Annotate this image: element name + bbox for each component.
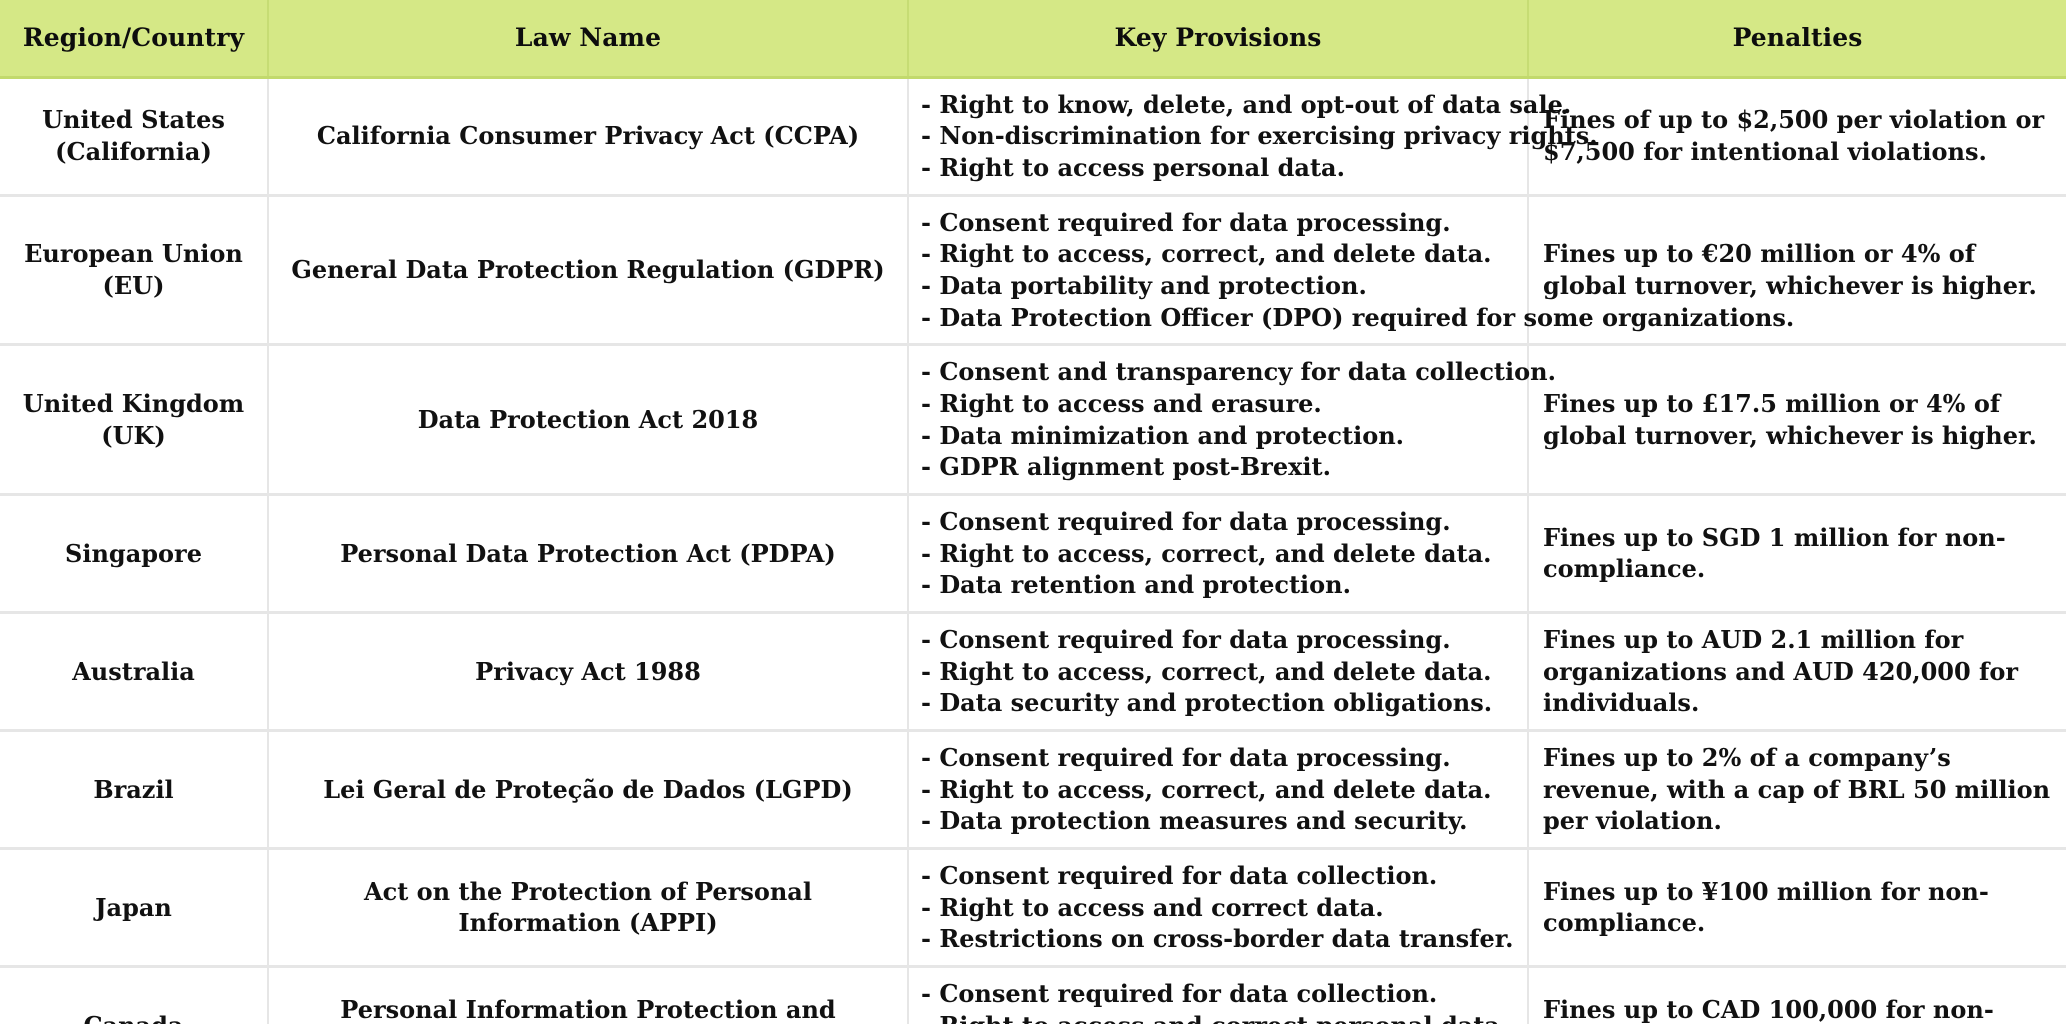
provision-line: - Restrictions on cross-border data tran… <box>921 924 1514 954</box>
cell-region-country: Australia <box>0 612 269 732</box>
provision-line: - Consent required for data processing. <box>921 506 1451 536</box>
provision-line: - Consent required for data collection. <box>921 860 1438 890</box>
provision-line: - Data retention and protection. <box>921 570 1351 600</box>
provision-line: - Right to access and correct personal d… <box>921 1010 1513 1024</box>
provision-line: - Right to know, delete, and opt-out of … <box>921 89 1572 119</box>
provision-line: - Right to access, correct, and delete d… <box>921 774 1492 804</box>
table-row: United States (California) California Con… <box>0 77 2066 197</box>
provision-line: - Data portability and protection. <box>921 270 1367 300</box>
table-row: Singapore Personal Data Protection Act (P… <box>0 494 2066 614</box>
penalty-text: Fines up to SGD 1 million for non-compli… <box>1543 522 2006 584</box>
provision-line: - Consent required for data processing. <box>921 742 1451 772</box>
cell-penalties: Fines up to AUD 2.1 million for organiza… <box>1528 612 2066 732</box>
cell-law-name: Act on the Protection of Personal Inform… <box>268 848 909 968</box>
cell-key-provisions: - Consent required for data processing. -… <box>908 730 1529 850</box>
cell-law-name: General Data Protection Regulation (GDPR… <box>268 195 909 347</box>
cell-law-name: Lei Geral de Proteção de Dados (LGPD) <box>268 730 909 850</box>
column-header-region-country: Region/Country <box>0 0 269 79</box>
table-row: United Kingdom (UK) Data Protection Act 2… <box>0 344 2066 496</box>
privacy-laws-table-container: Region/Country Law Name Key Provisions P… <box>0 0 2066 1024</box>
cell-penalties: Fines of up to $2,500 per violation or $… <box>1528 77 2066 197</box>
cell-key-provisions: - Consent required for data processing. -… <box>908 612 1529 732</box>
provision-line: - Consent and transparency for data coll… <box>921 357 1556 387</box>
cell-key-provisions: - Right to know, delete, and opt-out of … <box>908 77 1598 197</box>
cell-region-country: European Union (EU) <box>0 195 269 347</box>
penalty-text: Fines of up to $2,500 per violation or $… <box>1543 105 2045 166</box>
table-row: CanadaPersonal Information Protection an… <box>0 966 2066 1024</box>
cell-region-country: Singapore <box>0 494 269 614</box>
cell-key-provisions: - Consent required for data collection. -… <box>908 966 1529 1024</box>
penalty-text: Fines up to ¥100 million for non-complia… <box>1543 876 1989 938</box>
cell-key-provisions: - Consent and transparency for data coll… <box>908 344 1556 496</box>
provision-line: - Consent required for data processing. <box>921 207 1451 237</box>
cell-penalties: Fines up to SGD 1 million for non-compli… <box>1528 494 2066 614</box>
penalty-text: Fines up to CAD 100,000 for non-complian… <box>1543 994 1994 1024</box>
provision-line: - Right to access, correct, and delete d… <box>921 538 1492 568</box>
provision-line: - Right to access and correct data. <box>921 892 1384 922</box>
cell-penalties: Fines up to ¥100 million for non-complia… <box>1528 848 2066 968</box>
cell-penalties: Fines up to CAD 100,000 for non-complian… <box>1528 966 2066 1024</box>
penalty-text: Fines up to £17.5 million or 4% of globa… <box>1543 388 2037 450</box>
cell-key-provisions: - Consent required for data collection.-… <box>908 848 1529 968</box>
table-row: Brazil Lei Geral de Proteção de Dados (LG… <box>0 730 2066 850</box>
cell-region-country: Japan <box>0 848 269 968</box>
provision-line: - Non-discrimination for exercising priv… <box>921 121 1598 151</box>
penalty-text: Fines up to €20 million or 4% of global … <box>1543 239 2037 300</box>
header-row: Region/Country Law Name Key Provisions P… <box>0 0 2066 79</box>
cell-law-name: California Consumer Privacy Act (CCPA) <box>268 77 909 197</box>
table-row: European Union (EU) General Data Protecti… <box>0 195 2066 347</box>
provision-line: - Right to access, correct, and delete d… <box>921 239 1492 269</box>
penalty-text: Fines up to 2% of a company’s revenue, w… <box>1543 742 2051 836</box>
cell-law-name: Personal Data Protection Act (PDPA) <box>268 494 909 614</box>
table-row: Japan Act on the Protection of Personal I… <box>0 848 2066 968</box>
column-header-key-provisions: Key Provisions <box>908 0 1529 79</box>
table-row: Australia Privacy Act 1988- Consent requi… <box>0 612 2066 732</box>
cell-penalties: Fines up to 2% of a company’s revenue, w… <box>1528 730 2066 850</box>
cell-law-name: Personal Information Protection and Elec… <box>268 966 909 1024</box>
column-header-penalties: Penalties <box>1528 0 2066 79</box>
cell-region-country: United Kingdom (UK) <box>0 344 269 496</box>
privacy-laws-table: Region/Country Law Name Key Provisions P… <box>0 0 2066 1024</box>
cell-region-country: Canada <box>0 966 269 1024</box>
provision-line: - GDPR alignment post-Brexit. <box>921 452 1331 482</box>
penalty-text: Fines up to AUD 2.1 million for organiza… <box>1543 624 2018 718</box>
cell-region-country: Brazil <box>0 730 269 850</box>
provision-line: - Data minimization and protection. <box>921 420 1405 450</box>
table-body: United States (California) California Con… <box>0 77 2066 1024</box>
provision-line: - Data protection measures and security. <box>921 806 1468 836</box>
cell-law-name: Privacy Act 1988 <box>268 612 909 732</box>
table-header: Region/Country Law Name Key Provisions P… <box>0 0 2066 79</box>
provision-line: - Consent required for data collection. <box>921 978 1438 1008</box>
provision-line: - Data Protection Officer (DPO) required… <box>921 302 1795 332</box>
cell-region-country: United States (California) <box>0 77 269 197</box>
cell-penalties: Fines up to £17.5 million or 4% of globa… <box>1528 344 2066 496</box>
provision-line: - Right to access, correct, and delete d… <box>921 656 1492 686</box>
column-header-law-name: Law Name <box>268 0 909 79</box>
cell-key-provisions: - Consent required for data processing. -… <box>908 195 1795 347</box>
provision-line: - Consent required for data processing. <box>921 624 1451 654</box>
provision-line: - Right to access and erasure. <box>921 388 1322 418</box>
cell-law-name: Data Protection Act 2018 <box>268 344 909 496</box>
cell-key-provisions: - Consent required for data processing. -… <box>908 494 1529 614</box>
provision-line: - Right to access personal data. <box>921 152 1345 182</box>
provision-line: - Data security and protection obligatio… <box>921 688 1493 718</box>
